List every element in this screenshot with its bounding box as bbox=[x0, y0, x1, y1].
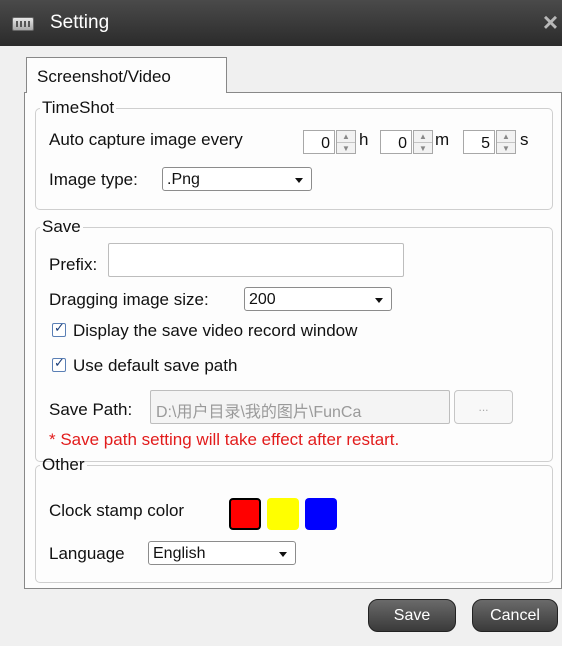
spin-up-icon[interactable]: ▲ bbox=[337, 131, 355, 142]
color-swatch-yellow[interactable] bbox=[267, 498, 299, 530]
image-type-value: .Png bbox=[167, 171, 200, 188]
spin-up-icon[interactable]: ▲ bbox=[414, 131, 432, 142]
seconds-input[interactable]: 5 bbox=[463, 130, 495, 154]
other-legend: Other bbox=[42, 455, 85, 474]
seconds-spinner[interactable]: ▲ ▼ bbox=[496, 130, 516, 154]
hours-spinner[interactable]: ▲ ▼ bbox=[336, 130, 356, 154]
check-icon: ✓ bbox=[54, 355, 65, 370]
tab-screenshot-video[interactable]: Screenshot/Video bbox=[26, 57, 227, 93]
settings-window-icon bbox=[12, 17, 34, 31]
minutes-input[interactable]: 0 bbox=[380, 130, 412, 154]
color-swatch-red[interactable] bbox=[229, 498, 261, 530]
check-icon: ✓ bbox=[54, 320, 65, 335]
image-type-select[interactable]: .Png bbox=[162, 167, 312, 191]
display-window-label[interactable]: Display the save video record window bbox=[73, 321, 357, 341]
language-label: Language bbox=[49, 544, 125, 563]
language-select[interactable]: English bbox=[148, 541, 296, 565]
prefix-input[interactable] bbox=[108, 243, 404, 277]
save-legend: Save bbox=[42, 217, 81, 236]
dragging-size-label: Dragging image size: bbox=[49, 290, 209, 309]
browse-button[interactable]: ... bbox=[454, 390, 513, 424]
default-path-label[interactable]: Use default save path bbox=[73, 356, 237, 376]
language-value: English bbox=[153, 545, 206, 562]
chevron-down-icon bbox=[279, 552, 287, 557]
timeshot-legend: TimeShot bbox=[42, 98, 115, 117]
image-type-label: Image type: bbox=[49, 170, 138, 189]
spin-down-icon[interactable]: ▼ bbox=[497, 142, 515, 153]
chevron-down-icon bbox=[375, 298, 383, 303]
default-path-checkbox[interactable]: ✓ bbox=[52, 355, 66, 372]
hours-input[interactable]: 0 bbox=[303, 130, 335, 154]
hours-unit: h bbox=[359, 130, 369, 149]
minutes-unit: m bbox=[435, 130, 450, 149]
cancel-button[interactable]: Cancel bbox=[472, 599, 558, 632]
display-window-checkbox[interactable]: ✓ bbox=[52, 320, 66, 337]
chevron-down-icon bbox=[295, 178, 303, 183]
close-icon[interactable]: × bbox=[543, 7, 558, 37]
restart-warning: * Save path setting will take effect aft… bbox=[49, 430, 400, 449]
prefix-label: Prefix: bbox=[49, 255, 98, 274]
save-path-label: Save Path: bbox=[49, 400, 133, 419]
tab-panel-screenshot-video: TimeShot Auto capture image every 0 ▲ ▼ … bbox=[24, 92, 562, 589]
title-bar[interactable]: Setting × bbox=[0, 0, 562, 46]
save-path-input[interactable]: D:\用户目录\我的图片\FunCa bbox=[150, 390, 450, 424]
window-title: Setting bbox=[50, 12, 110, 33]
seconds-unit: s bbox=[520, 130, 529, 149]
tab-label: Screenshot/Video bbox=[37, 67, 171, 86]
timeshot-group: TimeShot bbox=[35, 98, 553, 210]
spin-down-icon[interactable]: ▼ bbox=[414, 142, 432, 153]
spin-up-icon[interactable]: ▲ bbox=[497, 131, 515, 142]
clock-color-label: Clock stamp color bbox=[49, 501, 185, 520]
auto-capture-label: Auto capture image every bbox=[49, 130, 243, 149]
minutes-spinner[interactable]: ▲ ▼ bbox=[413, 130, 433, 154]
settings-dialog: Setting × Screenshot/Video TimeShot Auto… bbox=[0, 0, 562, 646]
dragging-size-select[interactable]: 200 bbox=[244, 287, 392, 311]
color-swatch-blue[interactable] bbox=[305, 498, 337, 530]
dragging-size-value: 200 bbox=[249, 291, 276, 308]
save-button[interactable]: Save bbox=[368, 599, 456, 632]
spin-down-icon[interactable]: ▼ bbox=[337, 142, 355, 153]
